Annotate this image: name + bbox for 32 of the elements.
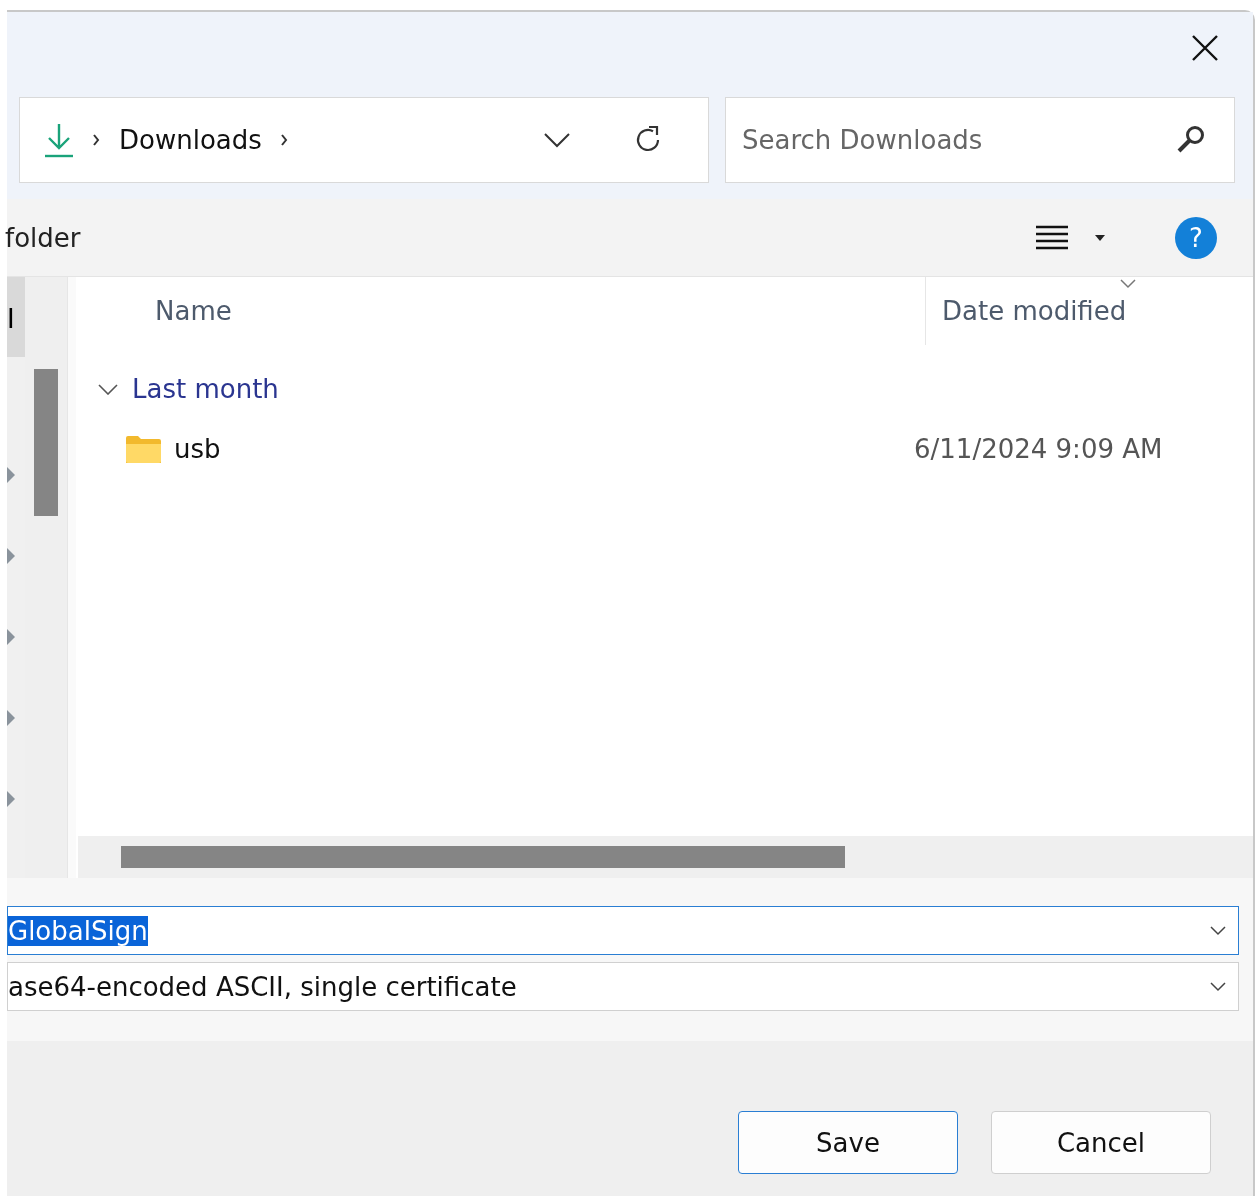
sidebar-item-label: I [7,304,15,334]
file-type-dropdown[interactable]: ase64-encoded ASCII, single certificate [7,962,1239,1011]
group-header[interactable]: Last month [76,365,1253,413]
address-bar[interactable]: Downloads [19,97,709,183]
breadcrumb[interactable]: Downloads [119,125,262,155]
chevron-down-icon[interactable] [1210,981,1226,992]
chevron-down-icon [98,383,118,395]
column-header[interactable]: Date modified [926,277,1253,345]
new-folder-button[interactable]: folder [5,222,81,253]
date-modified: 6/11/2024 9:09 AM [914,434,1163,464]
folder-icon [126,435,161,463]
chevron-right-icon[interactable] [92,133,101,147]
list-view-icon[interactable] [1035,223,1069,252]
save-button[interactable]: Save [738,1111,958,1174]
download-icon [44,122,74,158]
sidebar-item[interactable]: I [7,277,25,357]
file-type-value: ase64-encoded ASCII, single certificate [8,971,517,1002]
chevron-right-icon[interactable] [279,133,289,147]
caret-icon[interactable] [1095,234,1105,241]
file-row[interactable]: usb 6/11/2024 9:09 AM [76,419,1253,479]
chevron-down-icon[interactable] [544,132,570,148]
cancel-button[interactable]: Cancel [991,1111,1211,1174]
horizontal-scrollbar[interactable] [78,836,1253,878]
file-name-value: GlobalSign [8,915,148,946]
chevron-down-icon[interactable] [1210,925,1226,936]
scrollbar-thumb[interactable] [121,846,845,868]
file-name-field[interactable]: GlobalSign [7,906,1239,955]
scrollbar-thumb[interactable] [34,369,58,516]
help-button[interactable]: ? [1175,216,1217,259]
file-name: usb [174,434,221,464]
column-header[interactable]: Name [76,277,926,345]
search-field[interactable]: Search Downloads [725,97,1235,183]
